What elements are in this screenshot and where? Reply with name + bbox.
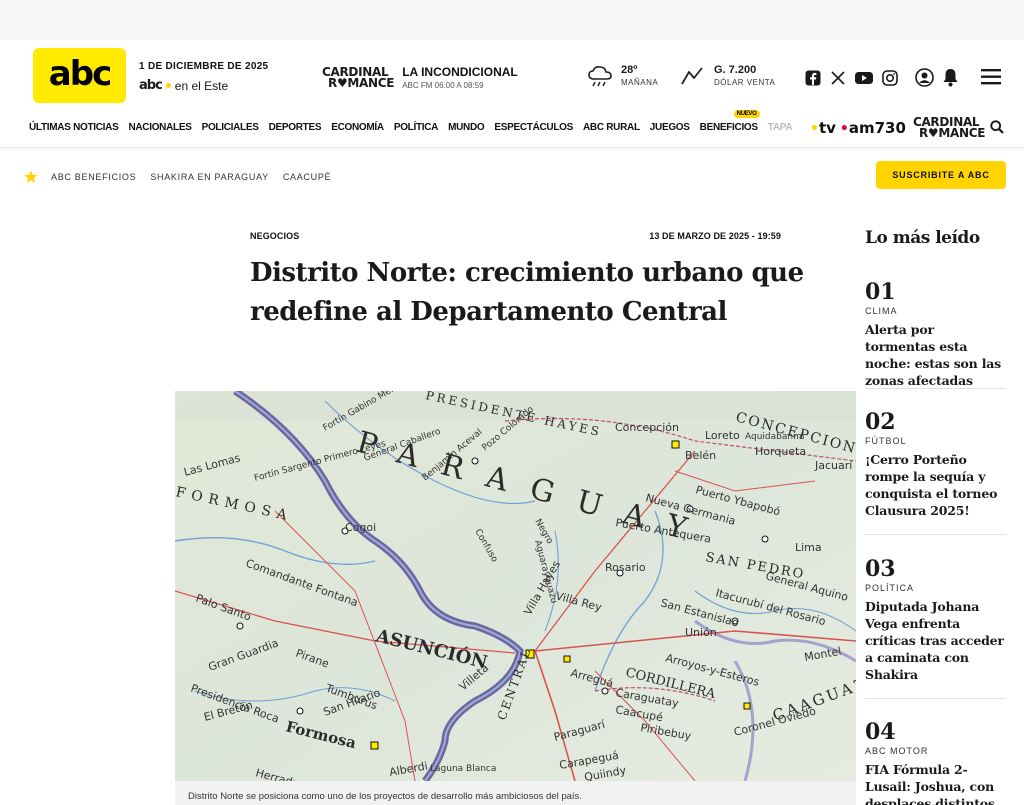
- most-read-item[interactable]: 01 CLIMA Alerta por tormentas esta noche…: [865, 280, 1006, 389]
- divider: [865, 388, 1006, 389]
- dollar-value: G. 7.200: [714, 64, 757, 76]
- nav-policiales[interactable]: POLICIALES: [202, 122, 259, 133]
- rank-title[interactable]: ¡Cerro Porteño rompe la sequía y conquis…: [865, 451, 1006, 519]
- nav-deportes[interactable]: DEPORTES: [269, 122, 322, 133]
- nav-politica[interactable]: POLÍTICA: [394, 122, 439, 133]
- weather-widget[interactable]: 28º MAÑANA: [587, 64, 658, 87]
- most-read-title: Lo más leído: [865, 228, 980, 248]
- menu-icon[interactable]: [981, 68, 1001, 85]
- nav-espectaculos[interactable]: ESPECTÁCULOS: [494, 122, 573, 133]
- nav-nacionales[interactable]: NACIONALES: [128, 122, 191, 133]
- edition-dot: [165, 83, 171, 88]
- divider: [865, 534, 1006, 535]
- rank-category: CLIMA: [865, 306, 898, 316]
- instagram-icon[interactable]: [882, 70, 898, 86]
- media-brands: •tv •am730 CARDINAL R♥MANCE: [810, 116, 985, 139]
- top-spacer: [0, 0, 1024, 40]
- nav-beneficios[interactable]: NUEVO BENEFICIOS: [699, 110, 760, 133]
- new-badge: NUEVO: [733, 110, 760, 118]
- social-links: [805, 70, 898, 86]
- most-read-item[interactable]: 02 FÚTBOL ¡Cerro Porteño rompe la sequía…: [865, 410, 1006, 519]
- radio-schedule: ABC FM 06:00 A 08:59: [402, 81, 484, 90]
- map-label: Concepción: [615, 421, 679, 434]
- rank-category: ABC MOTOR: [865, 746, 929, 756]
- abc-logo[interactable]: abc: [33, 48, 126, 103]
- map-label: Belén: [685, 449, 716, 462]
- article-image-map: PARAGUAY PRESIDENTE HAYES CONCEPCION FOR…: [175, 391, 856, 781]
- nav-tapa[interactable]: TAPA: [768, 122, 793, 133]
- youtube-icon[interactable]: [855, 71, 873, 85]
- dollar-widget[interactable]: G. 7.200 DÓLAR VENTA: [680, 64, 775, 87]
- nav-mundo[interactable]: MUNDO: [448, 122, 485, 133]
- rank-number: 04: [865, 719, 896, 745]
- rank-category: POLÍTICA: [865, 583, 915, 593]
- rain-cloud-icon: [588, 65, 612, 86]
- map-label: Aquidabanmi: [745, 432, 804, 442]
- date-edition: 1 DE DICIEMBRE DE 2025 abc en el Este: [139, 61, 268, 93]
- map-label: Jacuarí: [814, 459, 853, 472]
- am730-link[interactable]: •am730: [840, 119, 906, 137]
- edition-link[interactable]: abc en el Este: [139, 78, 268, 93]
- nav-beneficios-label: BENEFICIOS: [699, 122, 758, 133]
- image-caption: Distrito Norte se posiciona como uno de …: [175, 781, 856, 805]
- rank-title[interactable]: FIA Fórmula 2-Lusail: Joshua, con despla…: [865, 761, 1006, 805]
- nav-economia[interactable]: ECONOMÍA: [331, 122, 384, 133]
- radio-program: LA INCONDICIONAL: [402, 65, 518, 79]
- star-icon: [24, 170, 38, 183]
- bell-icon[interactable]: [942, 68, 959, 87]
- trend-caacupe[interactable]: CAACUPÉ: [283, 172, 331, 182]
- map-label: Lima: [795, 541, 822, 554]
- trend-abc-beneficios[interactable]: ABC BENEFICIOS: [51, 172, 136, 182]
- rank-number: 01: [865, 279, 896, 305]
- edition-label: en el Este: [174, 78, 229, 93]
- rank-number: 03: [865, 556, 896, 582]
- map-label: Rosario: [605, 561, 646, 574]
- edition-logo: abc: [139, 78, 163, 93]
- rank-title[interactable]: Diputada Johana Vega enfrenta críticas t…: [865, 598, 1006, 683]
- site-header: abc 1 DE DICIEMBRE DE 2025 abc en el Est…: [0, 40, 1024, 148]
- current-date: 1 DE DICIEMBRE DE 2025: [139, 61, 269, 72]
- map-label: Unión: [685, 626, 717, 639]
- x-icon[interactable]: [830, 70, 846, 86]
- article-headline: Distrito Norte: crecimiento urbano que r…: [250, 258, 804, 327]
- trend-shakira[interactable]: SHAKIRA EN PARAGUAY: [150, 172, 269, 182]
- facebook-icon[interactable]: [805, 70, 821, 86]
- cardinal-romance-link[interactable]: CARDINAL R♥MANCE: [913, 116, 985, 139]
- search-icon[interactable]: [990, 120, 1004, 134]
- divider: [865, 698, 1006, 699]
- weather-temp: 28º: [621, 64, 638, 76]
- rank-title[interactable]: Alerta por tormentas esta noche: estas s…: [865, 321, 1006, 389]
- paraguay-map: PARAGUAY PRESIDENTE HAYES CONCEPCION FOR…: [175, 391, 856, 781]
- trend-icon: [681, 66, 703, 84]
- weather-label: MAÑANA: [621, 78, 659, 87]
- nav-ultimas-noticias[interactable]: ÚLTIMAS NOTICIAS: [29, 122, 119, 133]
- most-read-item[interactable]: 04 ABC MOTOR FIA Fórmula 2-Lusail: Joshu…: [865, 720, 1006, 805]
- cardinal-romance-logo: CARDINAL R♥MANCE: [322, 64, 395, 90]
- radio-now-playing[interactable]: CARDINAL R♥MANCE LA INCONDICIONAL ABC FM…: [322, 65, 518, 90]
- nav-juegos[interactable]: JUEGOS: [650, 122, 690, 133]
- map-label: Cogoi: [345, 521, 376, 534]
- user-icon[interactable]: [915, 68, 934, 87]
- main-nav: ÚLTIMAS NOTICIAS NACIONALES POLICIALES D…: [29, 110, 793, 133]
- article-section[interactable]: NEGOCIOS: [250, 231, 299, 241]
- nav-abc-rural[interactable]: ABC RURAL: [583, 122, 640, 133]
- rank-number: 02: [865, 409, 896, 435]
- trending-bar: ABC BENEFICIOS SHAKIRA EN PARAGUAY CAACU…: [0, 160, 1024, 192]
- map-label: Horqueta: [755, 445, 806, 458]
- article-date: 13 DE MARZO DE 2025 - 19:59: [649, 231, 781, 241]
- dollar-label: DÓLAR VENTA: [714, 78, 776, 87]
- map-label: Loreto: [705, 429, 740, 442]
- most-read-item[interactable]: 03 POLÍTICA Diputada Johana Vega enfrent…: [865, 557, 1006, 683]
- rank-category: FÚTBOL: [865, 436, 907, 446]
- most-read-sidebar: Lo más leído 01 CLIMA Alerta por torment…: [865, 228, 1006, 805]
- abc-tv-link[interactable]: •tv: [810, 119, 836, 137]
- subscribe-button[interactable]: SUSCRIBITE A ABC: [876, 161, 1006, 189]
- map-label: Laguna Blanca: [430, 764, 496, 774]
